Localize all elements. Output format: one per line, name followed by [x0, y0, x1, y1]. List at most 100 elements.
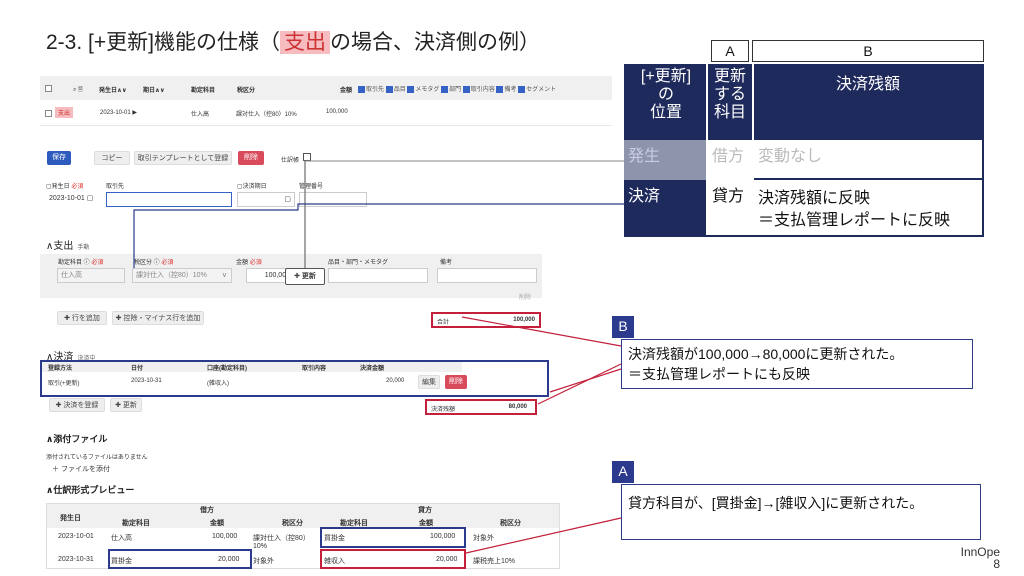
row-date: 2023-10-01 ▶: [100, 110, 137, 116]
expense-col-tax: 税区分 ⓘ 必須: [134, 260, 174, 266]
toggle-note[interactable]: 備考: [504, 87, 516, 93]
partner-label: 取引先: [106, 184, 125, 190]
spec-row1-subject: 借方: [712, 148, 745, 165]
add-minus-row-button[interactable]: ✚ 控除・マイナス行を追加: [112, 311, 204, 325]
expense-update-button[interactable]: ✚ 更新: [285, 268, 325, 285]
callout-b-text: 決済残額が100,000→80,000に更新された。 ＝支払管理レポートにも反映: [621, 339, 973, 389]
preview-row-date: 2023-10-31: [58, 556, 94, 563]
journal-link[interactable]: 仕訳帳: [281, 155, 299, 164]
spec-row2-position: 決済: [628, 188, 661, 205]
type-badge: 支出: [55, 107, 74, 118]
partner-input[interactable]: [106, 192, 232, 207]
expense-note-input[interactable]: [437, 268, 537, 283]
toggle-content[interactable]: 取引内容: [471, 87, 495, 93]
preview-section-title[interactable]: ∧仕訳形式プレビュー: [46, 483, 134, 496]
calendar-icon: ▢: [284, 196, 291, 203]
mgmt-label: 管理番号: [299, 184, 324, 190]
title-text-post: の場合、決済側の例）: [329, 31, 540, 54]
preview-sub-header: 税区分: [282, 520, 303, 527]
preview-row-debit-tax: 対象外: [253, 558, 274, 565]
due-input[interactable]: ▢: [237, 192, 295, 207]
title-highlight: 支出: [279, 31, 330, 54]
list-header-due[interactable]: 期日∧∨: [143, 85, 165, 94]
date-input[interactable]: 2023-10-01 ▢: [46, 192, 102, 207]
preview-row-debit-tax: 課対仕入（控80）10%: [253, 535, 310, 550]
save-template-button[interactable]: 取引テンプレートとして登録: [134, 151, 232, 165]
toggle-segment[interactable]: セグメント: [526, 87, 556, 93]
settle-delete-button[interactable]: 削除: [445, 375, 467, 389]
brand-name: InnOpe: [960, 545, 1000, 559]
preview-row-debit-account: 仕入高: [111, 535, 132, 542]
title-text: 2-3. [+更新]機能の仕様（: [46, 31, 280, 54]
page-number: 8: [993, 557, 1000, 571]
settle-highlight-box: [40, 360, 549, 397]
mgmt-input[interactable]: [299, 192, 367, 207]
expense-total-box: 合計 100,000: [431, 312, 541, 328]
row-checkbox[interactable]: [45, 110, 52, 117]
spec-header-subject: 更新 する 科目: [713, 68, 746, 121]
list-header-account: 勘定科目: [191, 88, 216, 94]
list-icons: ⌕ 🗎: [73, 87, 83, 93]
toggle-item[interactable]: 品目: [394, 87, 406, 93]
delete-button[interactable]: 削除: [238, 151, 264, 165]
spec-row2-border: [706, 180, 984, 237]
preview-col-date: 発生日: [60, 515, 81, 522]
register-settle-button[interactable]: ✚ 決済を登録: [49, 398, 105, 412]
spec-header-position: [+更新] の 位置: [640, 68, 692, 121]
preview-row-credit-tax: 課税売上10%: [473, 558, 516, 565]
toggle-partner[interactable]: 取引先: [366, 87, 384, 93]
row-tax: 課対仕入（控80）10%: [236, 112, 297, 118]
attach-empty-text: 添付されているファイルはありません: [46, 455, 148, 461]
expense-account-input[interactable]: 仕入高: [57, 268, 125, 283]
settle-balance-box: 決済残額 80,000: [425, 399, 537, 415]
select-all-checkbox[interactable]: [45, 85, 52, 92]
expense-col-account: 勘定科目 ⓘ 必須: [58, 260, 104, 266]
slide-title: 2-3. [+更新]機能の仕様（ 支出 の場合、決済側の例）: [46, 26, 540, 56]
preview-row-date: 2023-10-01: [58, 533, 94, 540]
row-amount: 100,000: [326, 109, 348, 115]
attach-add-button[interactable]: ＋ ファイルを添付: [52, 464, 110, 474]
external-link-icon[interactable]: [303, 153, 311, 161]
expense-section-title[interactable]: ∧支出 手動: [46, 237, 89, 252]
preview-credit-header: 貸方: [418, 507, 432, 514]
preview-sub-header: 金額: [210, 520, 224, 527]
brand-footer: InnOpe 8: [930, 546, 1000, 570]
expense-row-delete[interactable]: 削除: [519, 292, 531, 301]
settle-edit-button[interactable]: 編集: [418, 375, 440, 389]
settle-row-method: 取引(+更新): [48, 381, 80, 387]
row-account: 仕入高: [191, 112, 210, 118]
list-header-tax: 税区分: [237, 88, 256, 94]
due-label: ▢決済期日: [237, 184, 267, 190]
copy-button[interactable]: コピー: [94, 151, 130, 165]
expense-col-note: 備考: [440, 260, 453, 266]
credit-after-box: [320, 549, 466, 569]
expense-col-amount: 金額 必須: [236, 260, 262, 266]
save-button[interactable]: 保存: [47, 151, 71, 165]
column-toggles: 取引先 品目 メモタグ 部門 取引内容 備考 セグメント: [358, 84, 556, 93]
toggle-dept[interactable]: 部門: [449, 87, 461, 93]
preview-sub-header: 税区分: [500, 520, 521, 527]
spec-row1-border: [754, 140, 984, 180]
preview-row-credit-tax: 対象外: [473, 535, 494, 542]
preview-row-debit-amount: 100,000: [212, 533, 238, 540]
spec-header-balance: 決済残額: [835, 76, 900, 93]
callout-b-tag: B: [612, 316, 634, 338]
settle-row-account: (雑収入): [207, 381, 229, 387]
spec-label-a: A: [711, 40, 749, 62]
expense-item-input[interactable]: [328, 268, 428, 283]
date-label: ▢発生日 必須: [46, 184, 84, 190]
expense-col-item: 品目・部門・メモタグ: [328, 260, 389, 266]
expense-tax-select[interactable]: 課対仕入（控80）10% ∨: [132, 268, 232, 283]
settle-update-button[interactable]: ✚ 更新: [110, 398, 142, 412]
list-header-date[interactable]: 発生日∧∨: [99, 85, 127, 94]
preview-debit-header: 借方: [200, 507, 214, 514]
credit-before-box: [320, 527, 466, 548]
settle-row-amount: 20,000: [386, 378, 405, 384]
callout-a-tag: A: [612, 461, 634, 483]
callout-a-text: 貸方科目が、[買掛金]→[雑収入]に更新された。: [621, 484, 981, 540]
toggle-memo[interactable]: メモタグ: [415, 87, 439, 93]
attach-section-title[interactable]: ∧添付ファイル: [46, 432, 107, 445]
add-row-button[interactable]: ✚ 行を追加: [57, 311, 107, 325]
spec-label-b: B: [752, 40, 984, 62]
debit-after-box: [108, 549, 252, 569]
